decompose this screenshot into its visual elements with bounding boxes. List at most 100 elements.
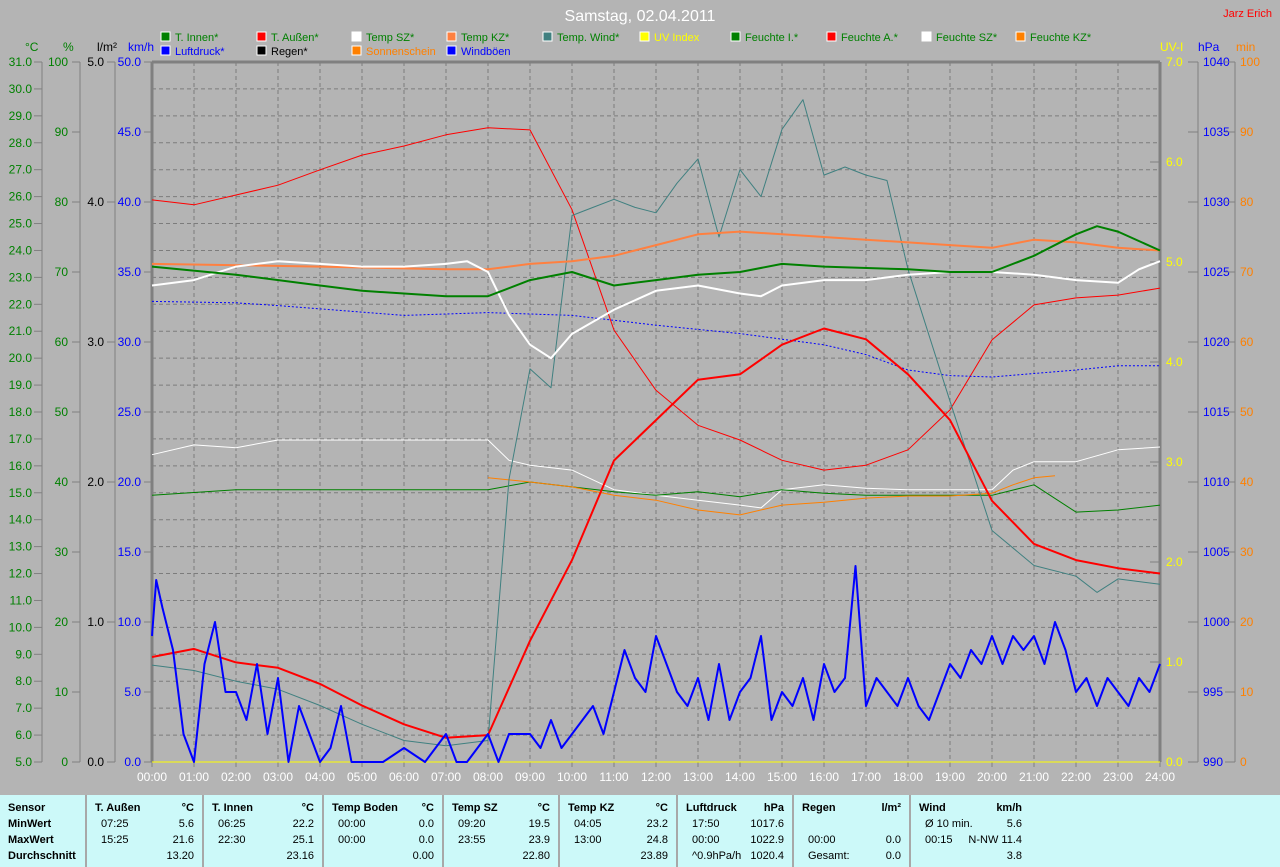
stats-row: 06:25 22.2 [204,816,322,832]
stats-value: 22.80 [522,850,550,862]
x-tick-label: 13:00 [683,770,713,784]
stats-row: Durchschnitt [0,848,85,864]
tick-label-min: 40 [1240,475,1254,489]
stats-label: 00:15 [925,834,953,846]
stats-column: Temp Boden °C 00:00 0.0 00:00 0.0 0.00 [324,795,444,867]
tick-label-C: 7.0 [15,701,32,715]
tick-label-rain: 1.0 [87,615,104,629]
legend-item: Feuchte A.* [826,31,899,44]
author-label: Jarz Erich [1223,8,1272,20]
legend-label: Regen* [271,46,308,58]
stats-header: Sensor [0,800,85,816]
stats-value: 3.8 [1006,850,1022,862]
x-tick-label: 08:00 [473,770,503,784]
tick-label-rain: 2.0 [87,475,104,489]
x-tick-label: 16:00 [809,770,839,784]
x-tick-label: 19:00 [935,770,965,784]
stats-value: 0.0 [418,818,434,830]
tick-label-C: 20.0 [9,351,33,365]
stats-value: 5.6 [178,818,194,830]
tick-label-C: 31.0 [9,55,33,69]
tick-label-min: 70 [1240,265,1254,279]
stats-label: ^0.9hPa/h [692,850,742,862]
stats-header: Regen l/m² [794,800,909,816]
legend-label: UV Index [654,32,700,44]
tick-label-C: 25.0 [9,217,33,231]
legend-label: Sonnenschein [366,46,436,58]
stats-label: 00:00 [338,834,366,846]
legend-swatch [351,45,362,56]
tick-label-min: 10 [1240,685,1254,699]
legend-swatch [160,31,171,42]
tick-label-pct: 20 [55,615,69,629]
legend-item: Feuchte SZ* [921,31,998,44]
legend-label: Feuchte A.* [841,32,899,44]
legend-item: Regen* [256,45,308,58]
stats-row: 00:00 0.0 [794,832,909,848]
stats-row: 23.89 [560,848,676,864]
x-tick-label: 09:00 [515,770,545,784]
tick-label-C: 5.0 [15,755,32,769]
stats-header: T. Innen °C [204,800,322,816]
legend-swatch [542,31,553,42]
stats-row: 0.00 [324,848,442,864]
legend-swatch [256,45,267,56]
legend-item: Temp SZ* [351,31,415,44]
tick-label-C: 30.0 [9,82,33,96]
tick-label-kmh: 50.0 [118,55,142,69]
stats-value: l/m² [881,802,901,814]
stats-label: Ø 10 min. [925,818,973,830]
x-tick-label: 23:00 [1103,770,1133,784]
stats-row: 3.8 [911,848,1030,864]
legend-item: T. Innen* [160,31,219,44]
axis-C: °C 5.0 6.0 7.0 8.0 9.0 10.0 11.0 12.0 13.0 14.0 15.… [9,40,43,769]
stats-label: 15:25 [101,834,129,846]
tick-label-uv: 0.0 [1166,755,1183,769]
stats-label: 23:55 [458,834,486,846]
tick-label-min: 0 [1240,755,1247,769]
stats-header: Temp KZ °C [560,800,676,816]
tick-label-rain: 5.0 [87,55,104,69]
axis-min: min 0 10 20 30 40 50 60 70 80 90 100 [1225,40,1260,769]
stats-row: 15:25 21.6 [87,832,202,848]
tick-label-kmh: 40.0 [118,195,142,209]
stats-value: 24.8 [646,834,668,846]
stats-header: Temp SZ °C [444,800,558,816]
legend-item: Windböen [446,45,511,58]
tick-label-min: 20 [1240,615,1254,629]
x-tick-label: 21:00 [1019,770,1049,784]
tick-label-pct: 60 [55,335,69,349]
legend-swatch [639,31,650,42]
tick-label-kmh: 35.0 [118,265,142,279]
legend-swatch [1015,31,1026,42]
stats-label: Regen [802,802,836,814]
x-tick-label: 07:00 [431,770,461,784]
tick-label-uv: 3.0 [1166,455,1183,469]
stats-row: 09:20 19.5 [444,816,558,832]
stats-row: MinWert [0,816,85,832]
stats-value: °C [181,802,194,814]
x-tick-label: 02:00 [221,770,251,784]
tick-label-rain: 0.0 [87,755,104,769]
stats-label: 00:00 [692,834,720,846]
stats-value: N-NW 11.4 [968,834,1022,846]
x-tick-label: 15:00 [767,770,797,784]
tick-label-min: 60 [1240,335,1254,349]
stats-label: 00:00 [808,834,836,846]
legend-swatch [160,45,171,56]
weather-chart: °C 5.0 6.0 7.0 8.0 9.0 10.0 11.0 12.0 13.0 14.0 15.… [9,8,1272,784]
tick-label-kmh: 5.0 [124,685,141,699]
tick-label-C: 28.0 [9,136,33,150]
tick-label-rain: 3.0 [87,335,104,349]
legend-label: Luftdruck* [175,46,225,58]
stats-value: °C [655,802,668,814]
tick-label-pct: 80 [55,195,69,209]
tick-label-kmh: 10.0 [118,615,142,629]
stats-value: °C [421,802,434,814]
stats-row: 22.80 [444,848,558,864]
tick-label-C: 23.0 [9,270,33,284]
tick-label-hPa: 990 [1203,755,1223,769]
legend-label: Feuchte SZ* [936,32,998,44]
stats-label: Temp SZ [452,802,498,814]
stats-header: Luftdruck hPa [678,800,792,816]
